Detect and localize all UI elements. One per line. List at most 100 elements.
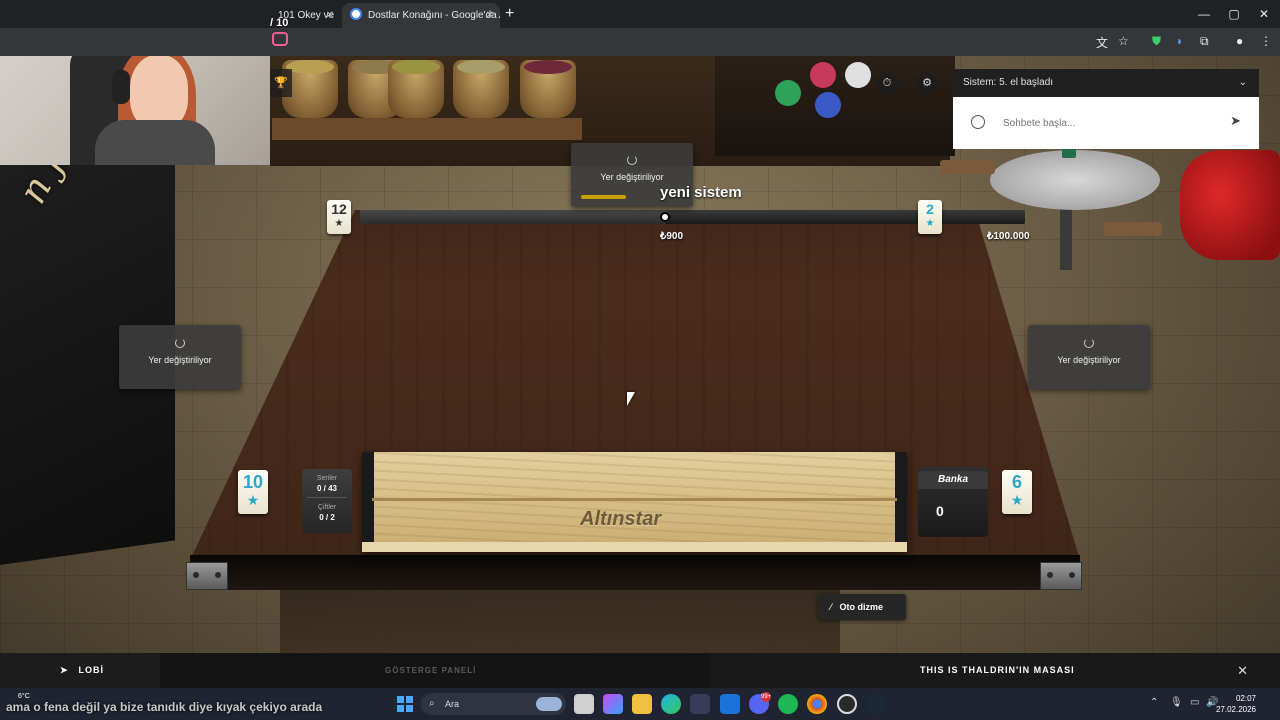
indicator-panel-button[interactable]: GÖSTERGE PANELİ (385, 653, 585, 688)
cafe-table (990, 150, 1160, 210)
stopwatch-icon: ⏱ (882, 77, 892, 89)
settings-button[interactable]: ⚙ (916, 72, 938, 94)
edge-icon[interactable] (661, 694, 681, 714)
copilot-icon[interactable] (603, 694, 623, 714)
browser-tab-strip: 101 Okey ve ✕ Dostlar Konağını - Google'… (0, 0, 1280, 28)
task-view-icon[interactable] (574, 694, 594, 714)
minimize-button[interactable]: — (1188, 0, 1220, 28)
tile-number: 10 (242, 472, 264, 492)
bank-panel: Banka 0 (918, 467, 988, 537)
magic-wand-icon: ⁄ (830, 602, 832, 612)
tile-number: 2 (926, 201, 934, 217)
chrome-icon[interactable] (807, 694, 827, 714)
game-bottom-bar: ➤ LOBİ GÖSTERGE PANELİ THIS IS THALDRIN'I… (0, 653, 1280, 688)
emoji-icon[interactable] (971, 115, 985, 129)
new-tab-button[interactable]: + (505, 3, 514, 25)
star-icon[interactable]: ☆ (1118, 34, 1129, 48)
indicator-tile[interactable]: 6 ★ (1002, 470, 1032, 514)
hand-counters: Seriler 0 / 43 Çiftler 0 / 2 (302, 469, 352, 533)
lamp (810, 62, 836, 88)
bank-value: 0 (936, 503, 944, 519)
discard-tile-top-left[interactable]: 12 ★ (327, 200, 351, 234)
tab-title: Dostlar Konağını - Google'da A (368, 10, 500, 21)
series-label: Seriler (316, 475, 338, 482)
timer-button[interactable]: ⏱ (876, 72, 898, 94)
star-icon: ★ (246, 492, 260, 508)
right-seat-status-label: Yer değiştiriliyor (1057, 355, 1121, 365)
search-label: Ara (445, 699, 460, 709)
lobby-button[interactable]: ➤ LOBİ (0, 653, 160, 688)
table-corner-plate (1040, 562, 1082, 590)
lamp (815, 92, 841, 118)
browser-tab-google[interactable]: Dostlar Konağını - Google'da A ✕ (342, 3, 500, 28)
gear-icon: ⚙ (922, 77, 932, 89)
discard-tile-top-right[interactable]: 2 ★ (918, 200, 942, 234)
auto-arrange-label: Oto dizme (839, 602, 884, 612)
microphone-icon[interactable]: 🎙 (1170, 697, 1183, 708)
counter-divider (307, 497, 347, 498)
loading-spinner-icon (175, 338, 185, 348)
rack-logo: Altınstar (580, 508, 662, 530)
stream-subtitle: ama o fena değil ya bize tanıdık diye kı… (6, 700, 323, 714)
profile-icon[interactable]: ● (1236, 34, 1243, 48)
mail-icon[interactable] (720, 694, 740, 714)
more-menu-icon[interactable]: ⋮ (1260, 34, 1272, 48)
turn-timer-fill (360, 210, 666, 224)
chat-input-row: ➤ (953, 97, 1259, 149)
tile-number: 12 (331, 201, 347, 217)
series-value: 0 / 43 (316, 484, 337, 493)
address-bar[interactable] (272, 32, 288, 46)
store-icon[interactable] (690, 694, 710, 714)
spice-basket (388, 60, 444, 118)
spice-basket (453, 60, 509, 118)
streamer-face (130, 55, 188, 129)
discard-tile-bottom-left[interactable]: 10 ★ (238, 470, 268, 514)
stool (940, 160, 995, 174)
search-icon: ⌕ (429, 698, 435, 709)
obs-icon[interactable] (837, 694, 857, 714)
extension-icon[interactable]: ◗ (1176, 34, 1183, 48)
tile-rack[interactable]: Altınstar (362, 452, 907, 552)
close-window-button[interactable]: ✕ (1248, 0, 1280, 28)
spotify-icon[interactable] (778, 694, 798, 714)
top-seat-status-label: Yer değiştiriliyor (600, 172, 664, 182)
network-icon[interactable]: ▭ (1190, 697, 1199, 708)
scooter (1180, 150, 1280, 260)
clock-time: 02:07 (1235, 694, 1256, 703)
close-icon[interactable]: ✕ (1237, 653, 1248, 688)
close-icon[interactable]: ✕ (486, 3, 494, 28)
navigation-arrow-icon: ➤ (60, 665, 69, 675)
bank-label: Banka (918, 471, 988, 489)
chat-system-message: Sistem: 5. el başladı (963, 77, 1054, 88)
table-title: yeni sistem (660, 184, 742, 201)
rack-divider (372, 498, 897, 501)
chevron-down-icon[interactable]: ⌄ (1239, 69, 1247, 97)
chevron-up-icon[interactable]: ⌃ (1150, 697, 1158, 708)
send-icon[interactable]: ➤ (1230, 113, 1241, 129)
table-corner-plate (186, 562, 228, 590)
auto-arrange-button[interactable]: ⁄ Oto dizme (818, 594, 906, 620)
seat-progress-bar (581, 195, 626, 199)
shield-icon[interactable]: ⛊ (1152, 34, 1161, 49)
pairs-value: 0 / 2 (319, 513, 335, 522)
chat-input[interactable] (1003, 107, 1243, 139)
puzzle-icon[interactable]: ⧉ (1200, 34, 1209, 49)
stream-counter: / 10 (270, 17, 289, 29)
player-balance: ₺100.000 (987, 231, 1030, 242)
mouse-cursor (627, 392, 635, 406)
system-clock[interactable]: 02:07 27.02.2026 (1216, 693, 1256, 715)
lamp (775, 80, 801, 106)
chat-header[interactable]: Sistem: 5. el başladı ⌄ (953, 69, 1259, 97)
left-seat-status-label: Yer değiştiriliyor (148, 355, 212, 365)
star-icon: ★ (925, 218, 935, 229)
steam-icon[interactable] (866, 694, 886, 714)
windows-start-icon[interactable] (397, 696, 413, 712)
right-seat-status: Yer değiştiriliyor (1028, 325, 1150, 389)
file-explorer-icon[interactable] (632, 694, 652, 714)
taskbar-search[interactable]: ⌕ Ara (421, 693, 566, 715)
maximize-button[interactable]: ▢ (1218, 0, 1250, 28)
translate-icon[interactable]: 文 (1096, 34, 1108, 51)
pairs-label: Çiftler (317, 504, 337, 511)
trophy-button[interactable]: 🏆 (270, 69, 292, 97)
close-icon[interactable]: ✕ (326, 3, 334, 28)
